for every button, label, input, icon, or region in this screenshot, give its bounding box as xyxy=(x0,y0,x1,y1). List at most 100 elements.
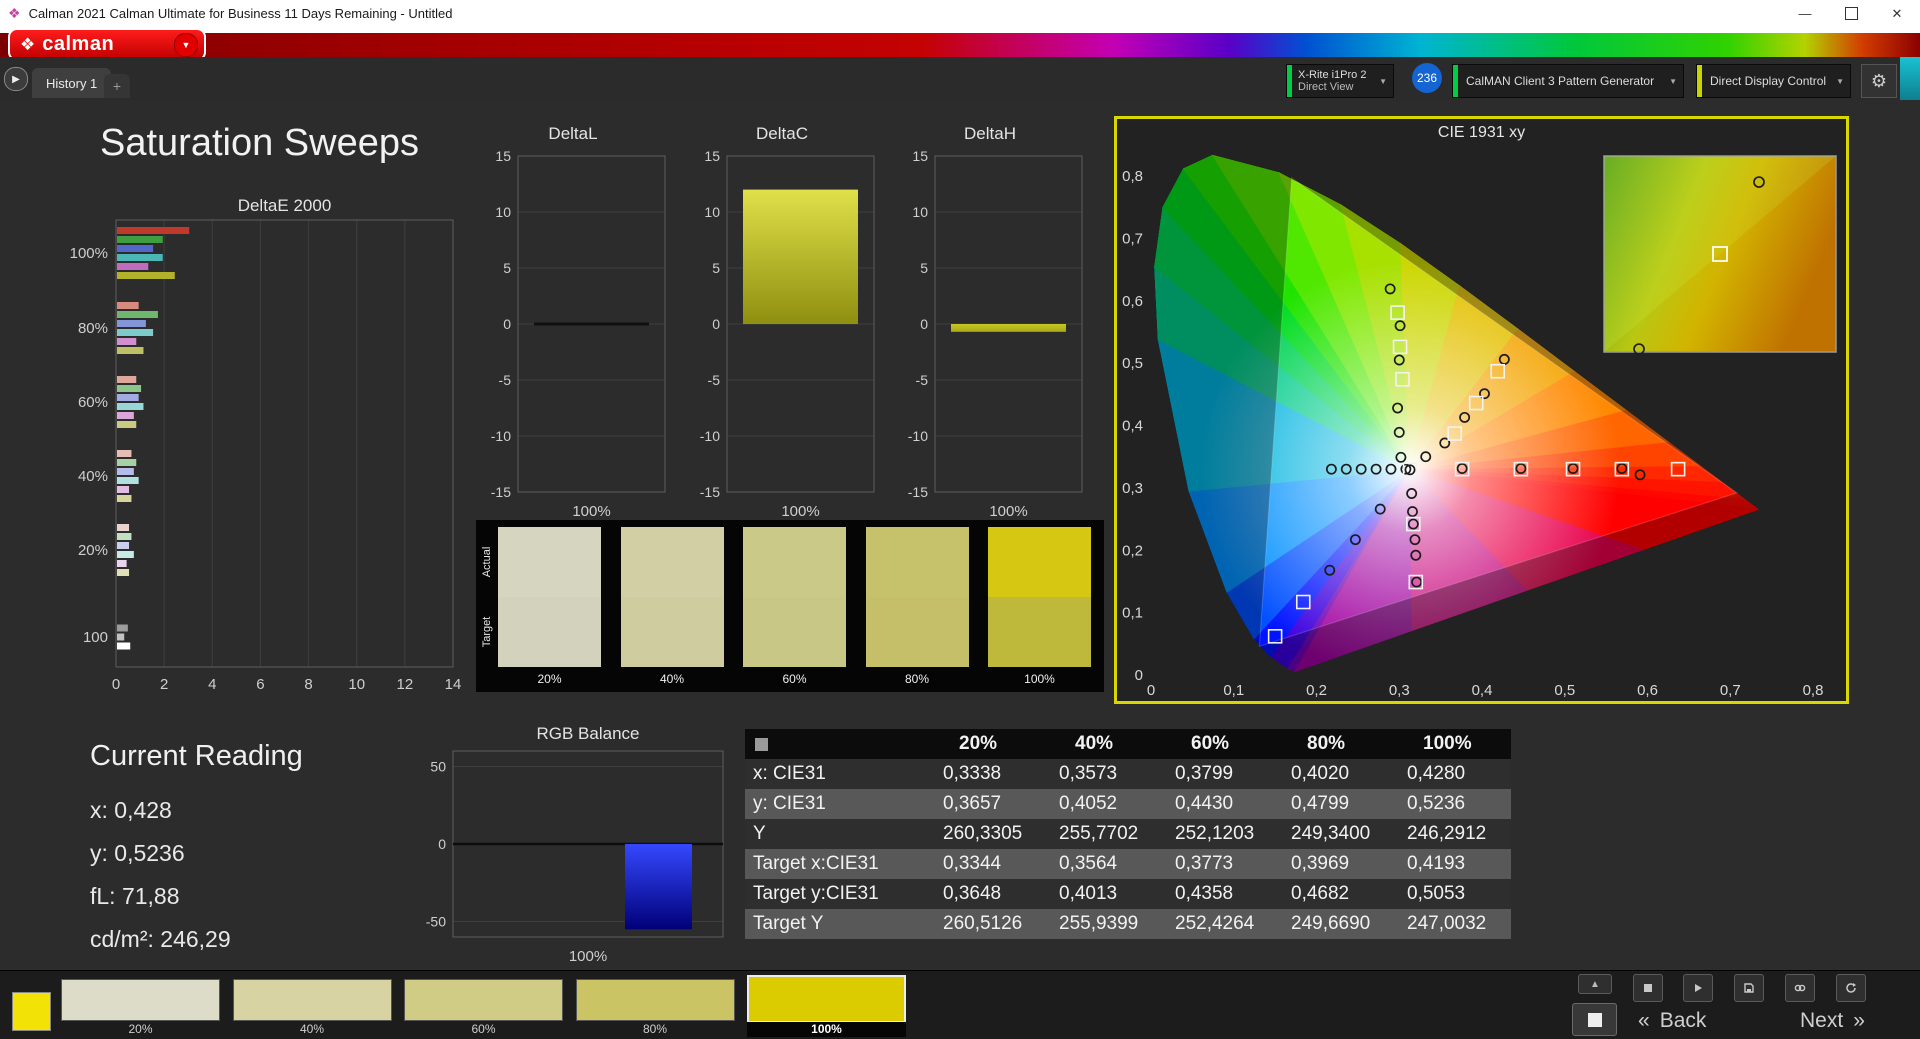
next-button[interactable]: Next » xyxy=(1800,1005,1865,1037)
svg-text:5: 5 xyxy=(503,260,511,276)
patch-tile-80%[interactable]: 80% xyxy=(575,975,735,1037)
refresh-button[interactable] xyxy=(1836,974,1866,1002)
logo-menu-button[interactable]: ▼ xyxy=(174,32,198,57)
table-cell: 0,4682 xyxy=(1291,883,1350,904)
play-button[interactable] xyxy=(1683,974,1713,1002)
collapse-button[interactable]: ▲ xyxy=(1578,974,1612,994)
patch-tile-100%[interactable]: 100% xyxy=(747,975,906,1037)
patch-label: 60% xyxy=(471,1022,496,1036)
target-swatch xyxy=(498,597,601,667)
table-row-label: Target y:CIE31 xyxy=(753,883,879,904)
target-row-label: Target xyxy=(481,616,493,648)
table-cell: 0,4013 xyxy=(1059,883,1118,904)
page-title: Saturation Sweeps xyxy=(100,122,419,164)
svg-text:0,4: 0,4 xyxy=(1472,682,1493,699)
svg-text:0,4: 0,4 xyxy=(1122,418,1143,435)
tab-scroll-button[interactable]: ▶ xyxy=(4,67,28,91)
square-icon xyxy=(1587,1012,1602,1027)
svg-text:-15: -15 xyxy=(908,484,928,500)
swatch-column-label: 100% xyxy=(1024,672,1055,686)
reading-y: y: 0,5236 xyxy=(90,840,185,866)
table-cell: 0,4280 xyxy=(1407,763,1466,784)
deltah-chart: 15 10 5 0 -5 -10 -15 100% xyxy=(908,148,1083,520)
swatch-column-label: 20% xyxy=(537,672,562,686)
settings-button[interactable]: ⚙ xyxy=(1861,64,1897,98)
link-button[interactable] xyxy=(1785,974,1815,1002)
svg-text:10: 10 xyxy=(495,204,511,220)
svg-text:10: 10 xyxy=(704,204,720,220)
table-header-cell: 100% xyxy=(1423,733,1472,754)
actual-swatch xyxy=(743,527,846,597)
close-button[interactable]: ✕ xyxy=(1874,0,1920,27)
svg-text:6: 6 xyxy=(256,676,264,693)
patch-swatch xyxy=(61,979,220,1021)
svg-text:12: 12 xyxy=(397,676,414,693)
stop-button[interactable] xyxy=(1633,974,1663,1002)
patch-swatch xyxy=(404,979,563,1021)
table-cell: 255,7702 xyxy=(1059,823,1139,844)
table-cell: 0,3773 xyxy=(1175,853,1234,874)
actual-target-swatch-strip: Actual Target 20% 40% 60% 80% 100% xyxy=(476,520,1104,692)
tab-history-1[interactable]: History 1 xyxy=(32,68,112,98)
svg-text:-15: -15 xyxy=(491,484,511,500)
calman-logo-text: calman xyxy=(42,33,115,55)
save-button[interactable] xyxy=(1734,974,1764,1002)
rgb-balance-chart: 50 0 -50 100% xyxy=(426,750,724,965)
actual-swatch xyxy=(498,527,601,597)
svg-text:100%: 100% xyxy=(989,503,1027,520)
table-row-label: x: CIE31 xyxy=(753,763,826,784)
back-button[interactable]: « Back xyxy=(1638,1005,1706,1037)
side-accent-strip xyxy=(1900,57,1920,100)
reading-cdm2: cd/m²: 246,29 xyxy=(90,926,231,952)
svg-text:0,5: 0,5 xyxy=(1122,355,1143,372)
restore-button[interactable] xyxy=(1828,0,1874,27)
chevron-down-icon: ▼ xyxy=(1669,76,1677,86)
back-chevrons-icon: « xyxy=(1638,1009,1650,1032)
chevron-down-icon: ▼ xyxy=(181,39,191,50)
new-tab-button[interactable]: + xyxy=(104,74,130,98)
svg-text:100%: 100% xyxy=(572,503,610,520)
tab-bar: ▶ History 1 + X-Rite i1Pro 2 Direct View… xyxy=(0,57,1920,100)
table-cell: 249,3400 xyxy=(1291,823,1371,844)
svg-text:-5: -5 xyxy=(916,372,929,388)
minimize-button[interactable]: — xyxy=(1782,0,1828,27)
calman-app: ❖ Calman 2021 Calman Ultimate for Busine… xyxy=(0,0,1920,1039)
meter-dropdown[interactable]: X-Rite i1Pro 2 Direct View ▼ xyxy=(1286,64,1394,98)
swatch-column-60% xyxy=(743,527,846,667)
bottom-bar: 20% 40% 60% 80% 100% ▲ « Back Next » xyxy=(0,970,1920,1039)
pattern-window-button[interactable] xyxy=(1572,1003,1617,1036)
display-control-dropdown[interactable]: Direct Display Control ▼ xyxy=(1696,64,1851,98)
next-label: Next xyxy=(1800,1009,1844,1032)
patch-tile-20%[interactable]: 20% xyxy=(61,975,220,1037)
table-row: y: CIE31 0,3657 0,4052 0,4430 0,4799 0,5236 xyxy=(745,789,1511,819)
svg-text:100%: 100% xyxy=(569,948,607,965)
table-cell: 0,5236 xyxy=(1407,793,1466,814)
actual-row-label: Actual xyxy=(481,546,493,578)
table-cell: 0,3338 xyxy=(943,763,1002,784)
swatch-column-label: 60% xyxy=(782,672,807,686)
actual-swatch xyxy=(988,527,1091,597)
chevron-up-icon: ▲ xyxy=(1590,978,1600,990)
table-cell: 0,4358 xyxy=(1175,883,1234,904)
target-swatch xyxy=(988,597,1091,667)
calman-star-icon: ❖ xyxy=(20,34,36,54)
next-chevrons-icon: » xyxy=(1853,1009,1865,1032)
svg-text:0,7: 0,7 xyxy=(1122,230,1143,247)
svg-text:10: 10 xyxy=(348,676,365,693)
patch-tile-40%[interactable]: 40% xyxy=(232,975,392,1037)
svg-text:0,3: 0,3 xyxy=(1389,682,1410,699)
table-header-cell: 80% xyxy=(1307,733,1346,754)
svg-text:14: 14 xyxy=(445,676,462,693)
svg-text:-10: -10 xyxy=(491,428,511,444)
pattern-generator-dropdown[interactable]: CalMAN Client 3 Pattern Generator ▼ xyxy=(1452,64,1684,98)
svg-text:100: 100 xyxy=(83,629,108,646)
actual-swatch xyxy=(620,527,724,597)
table-header-cell: 20% xyxy=(959,733,998,754)
deltac-chart: 15 10 5 0 -5 -10 -15 100% xyxy=(700,148,875,520)
patch-label: 100% xyxy=(747,1022,906,1037)
table-cell: 0,5053 xyxy=(1407,883,1466,904)
measurement-table: 20% 40% 60% 80% 100% x: CIE31 0,3338 0,3573 0,37… xyxy=(745,729,1511,939)
svg-text:-10: -10 xyxy=(700,428,720,444)
deltae2000-chart: 0 2 4 6 8 10 12 14 100% 80% 60% 40% 20% 100 xyxy=(70,219,462,693)
patch-tile-60%[interactable]: 60% xyxy=(404,975,563,1037)
